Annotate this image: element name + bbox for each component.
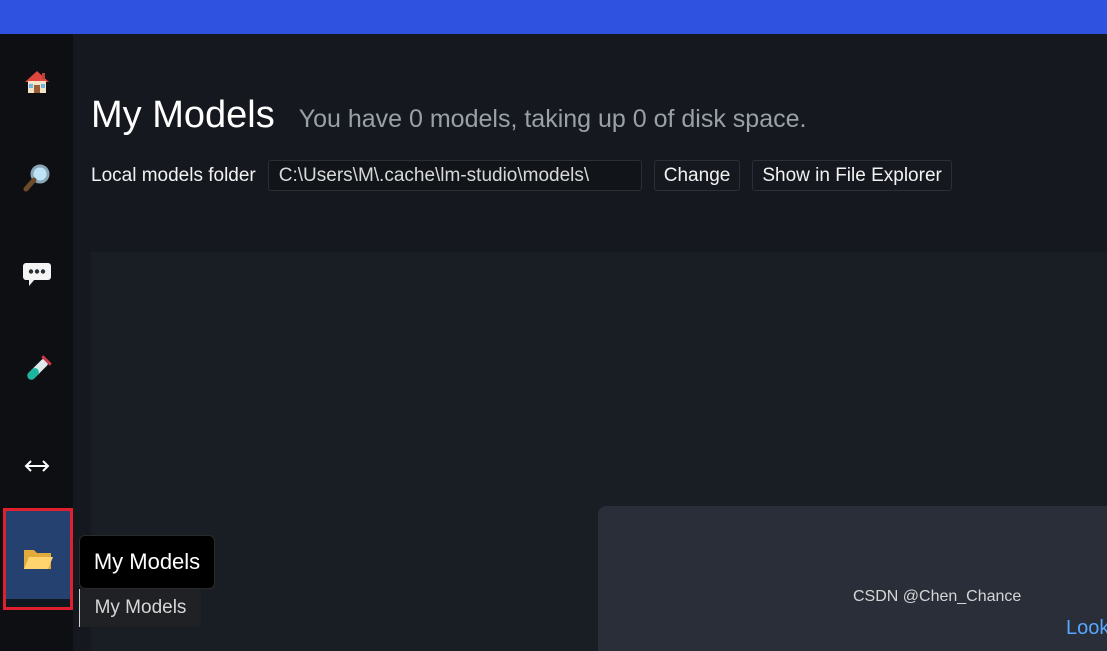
sidebar-item-home[interactable] [0, 46, 73, 118]
sidebar-item-playground[interactable] [0, 334, 73, 406]
models-folder-row: Local models folder C:\Users\M\.cache\lm… [91, 160, 964, 191]
models-folder-label: Local models folder [91, 164, 256, 186]
sidebar-item-chat[interactable] [0, 238, 73, 310]
open-folder-icon [21, 545, 55, 573]
page-title: My Models [91, 94, 275, 136]
main-content: My Models You have 0 models, taking up 0… [73, 34, 1107, 651]
empty-state-card: Look [598, 506, 1107, 651]
watermark: CSDN @Chen_Chance [853, 588, 1022, 605]
sidebar [0, 34, 73, 651]
change-folder-button[interactable]: Change [653, 160, 741, 191]
sidebar-item-search[interactable] [0, 142, 73, 214]
sidebar-tooltip: My Models [79, 535, 215, 589]
sidebar-item-my-models[interactable] [3, 508, 73, 610]
title-bar [0, 0, 1107, 34]
house-icon [23, 68, 51, 96]
magnifying-glass-icon [22, 163, 52, 193]
sidebar-item-server[interactable] [0, 430, 73, 502]
show-in-file-explorer-button[interactable]: Show in File Explorer [752, 160, 952, 191]
page-subtitle: You have 0 models, taking up 0 of disk s… [298, 105, 807, 133]
native-tooltip: My Models [79, 589, 201, 627]
left-right-arrow-icon [23, 459, 51, 473]
test-tube-icon [21, 354, 53, 386]
page-header: My Models You have 0 models, taking up 0… [91, 94, 806, 137]
speech-bubble-icon [21, 260, 53, 288]
empty-state-link[interactable]: Look [1066, 617, 1107, 640]
models-folder-path[interactable]: C:\Users\M\.cache\lm-studio\models\ [267, 160, 642, 191]
